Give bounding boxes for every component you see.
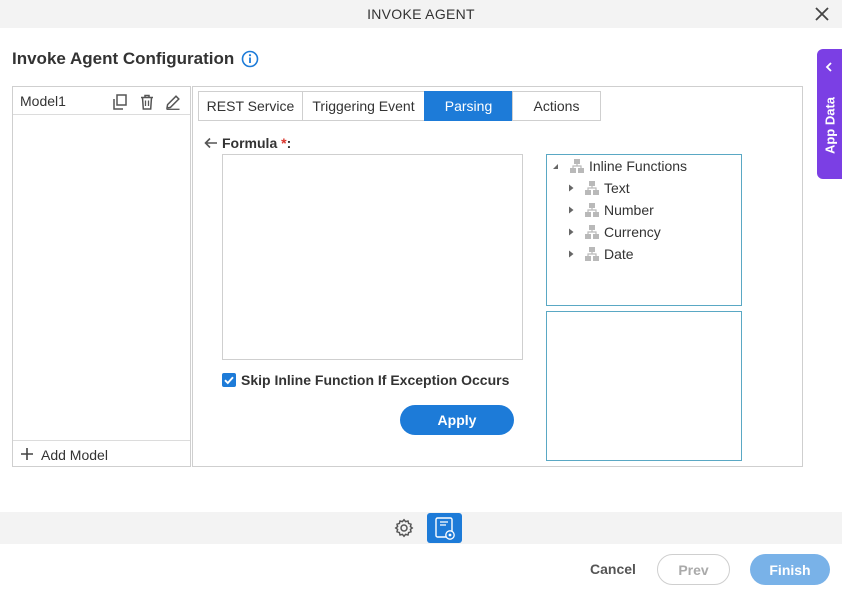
copy-icon[interactable] (111, 93, 129, 111)
cancel-button[interactable]: Cancel (590, 561, 636, 577)
tree-node-label: Number (604, 202, 654, 218)
app-data-panel-toggle[interactable]: App Data (817, 49, 842, 179)
caret-right-icon[interactable] (566, 249, 576, 259)
function-description-panel (546, 311, 742, 461)
dialog-titlebar: INVOKE AGENT (0, 0, 842, 28)
page-title: Invoke Agent Configuration (12, 49, 235, 68)
close-icon[interactable] (812, 4, 832, 24)
skip-inline-function-label: Skip Inline Function If Exception Occurs (241, 372, 510, 388)
app-data-label: App Data (822, 96, 838, 155)
info-icon[interactable] (241, 50, 259, 68)
skip-inline-function-checkbox[interactable]: Skip Inline Function If Exception Occurs (222, 372, 509, 388)
hierarchy-icon (585, 203, 599, 217)
model-row[interactable]: Model1 (13, 87, 190, 115)
plus-icon (21, 448, 33, 460)
tree-node-label: Date (604, 246, 634, 262)
tree-node-label: Currency (604, 224, 661, 240)
tree-node-inline-functions[interactable]: Inline Functions (551, 156, 687, 176)
checkbox-checked-icon (222, 373, 236, 387)
tree-node-currency[interactable]: Currency (566, 222, 661, 242)
add-model-label: Add Model (41, 447, 108, 463)
tab-triggering-event[interactable]: Triggering Event (302, 91, 424, 121)
caret-right-icon[interactable] (566, 205, 576, 215)
model-name: Model1 (20, 93, 66, 109)
tree-node-number[interactable]: Number (566, 200, 654, 220)
delete-icon[interactable] (138, 93, 156, 111)
apply-button[interactable]: Apply (400, 405, 514, 435)
hierarchy-icon (585, 247, 599, 261)
hierarchy-icon (570, 159, 584, 173)
caret-down-icon[interactable] (551, 161, 561, 171)
formula-input[interactable] (222, 154, 523, 360)
hierarchy-icon (585, 225, 599, 239)
tree-node-label: Inline Functions (589, 158, 688, 174)
tab-actions[interactable]: Actions (512, 91, 601, 121)
arrow-left-icon[interactable] (204, 137, 218, 149)
caret-right-icon[interactable] (566, 183, 576, 193)
tab-rest-service[interactable]: REST Service (198, 91, 302, 121)
formula-label-text: Formula (222, 135, 278, 151)
models-panel: Model1 Add Model (12, 86, 191, 467)
chevron-left-icon (825, 62, 832, 72)
app-builder-icon[interactable] (427, 513, 462, 543)
tree-node-text[interactable]: Text (566, 178, 630, 198)
prev-button[interactable]: Prev (657, 554, 730, 585)
edit-icon[interactable] (164, 93, 182, 111)
bottom-toolbar (0, 512, 842, 544)
add-model-button[interactable]: Add Model (13, 440, 190, 466)
formula-label: Formula *: (204, 135, 291, 151)
dialog-title: INVOKE AGENT (367, 6, 475, 22)
tree-node-date[interactable]: Date (566, 244, 634, 264)
app-builder-glyph-icon (435, 517, 455, 540)
caret-right-icon[interactable] (566, 227, 576, 237)
finish-button[interactable]: Finish (750, 554, 830, 585)
formula-label-suffix: : (286, 135, 292, 151)
hierarchy-icon (585, 181, 599, 195)
tab-bar: REST Service Triggering Event Parsing Ac… (198, 91, 601, 121)
gear-icon[interactable] (394, 518, 414, 538)
tree-node-label: Text (604, 180, 630, 196)
tab-parsing[interactable]: Parsing (424, 91, 512, 121)
inline-functions-tree: Inline Functions Text Number Currency Da… (546, 154, 742, 306)
